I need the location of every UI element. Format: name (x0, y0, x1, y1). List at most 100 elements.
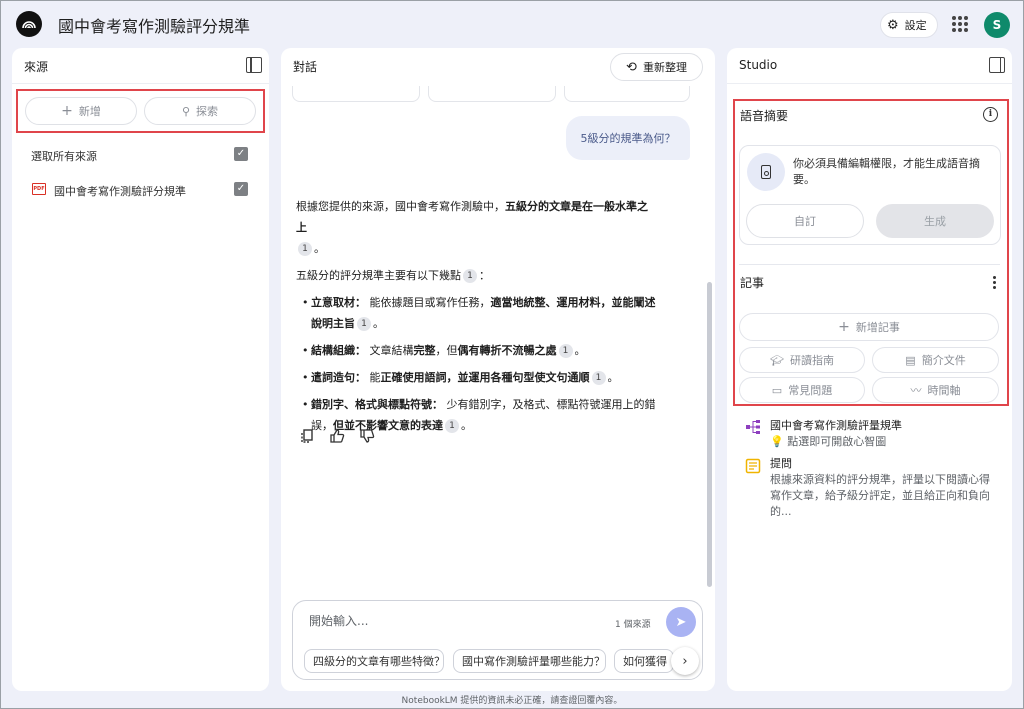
sources-panel: 來源 + 新增 ⚲ 探索 選取所有來源 ✓ PDF 國中會考寫作測驗評分規準 ✓ (12, 48, 269, 691)
list-intro-text: 五級分的評分規準主要有以下幾點 (296, 269, 461, 282)
apps-grid-icon[interactable] (952, 16, 968, 32)
suggestion-chip[interactable]: 如何獲得 (614, 649, 674, 673)
add-source-button[interactable]: + 新增 (25, 97, 137, 125)
settings-button[interactable]: ⚙ 設定 (880, 12, 938, 38)
timeline-button[interactable]: 〰 時間軸 (872, 377, 999, 403)
audio-overview-card: 你必須具備編輯權限，才能生成語音摘要。 自訂 生成 (739, 145, 1001, 245)
briefing-label: 簡介文件 (921, 354, 966, 367)
timeline-label: 時間軸 (927, 384, 961, 397)
copy-icon[interactable] (299, 428, 315, 444)
chat-panel: 對話 ⟲ 重新整理 5級分的規準為何？ 根據您提供的來源，國中會考寫作測驗中，五… (281, 48, 715, 691)
source-item-checkbox[interactable]: ✓ (234, 182, 248, 196)
sources-header: 來源 (12, 48, 269, 84)
explore-label: 探索 (196, 105, 219, 118)
send-icon: ➤ (675, 614, 687, 630)
citation-badge[interactable]: 1 (298, 242, 312, 256)
section-divider (739, 264, 1000, 265)
bullet-bold: 但並不影響文意的表達 (333, 419, 443, 432)
refresh-icon: ⟲ (626, 59, 637, 75)
bullet-item: 錯別字、格式與標點符號： 少有錯別字，及格式、標點符號運用上的錯誤，但並不影響文… (296, 394, 656, 436)
studio-title: Studio (739, 58, 778, 72)
bullet-bold: 完整 (413, 344, 436, 357)
bullet-text: 文章結構 (369, 344, 414, 357)
note-item[interactable]: 提問 根據來源資料的評分規準，評量以下閱讀心得寫作文章，給予級分評定，並且給正向… (745, 455, 1000, 518)
customize-button[interactable]: 自訂 (746, 204, 864, 238)
study-guide-label: 研讀指南 (789, 354, 834, 367)
briefing-doc-button[interactable]: ▤ 簡介文件 (872, 347, 999, 373)
audio-overview-title: 語音摘要 (740, 109, 789, 123)
chat-composer: 1 個來源 ➤ 四級分的文章有哪些特徵？ 國中寫作測驗評量哪些能力？ 如何獲得 … (292, 600, 703, 680)
add-source-label: 新增 (78, 105, 101, 118)
bullet-label: 結構組織： (311, 344, 366, 357)
suggestion-chip-partial[interactable] (564, 86, 690, 102)
select-all-checkbox[interactable]: ✓ (234, 147, 248, 161)
bullet-text: 能 (369, 371, 381, 384)
answer-intro: 根據您提供的來源，國中會考寫作測驗中，五級分的文章是在一般水準之上 1。 (296, 200, 648, 256)
collapse-panel-icon[interactable] (989, 57, 1005, 73)
suggestion-chip[interactable]: 國中寫作測驗評量哪些能力？ (453, 649, 606, 673)
chat-scrollbar[interactable] (707, 282, 712, 587)
plus-icon: + (61, 103, 73, 119)
mindmap-icon (746, 420, 760, 434)
answer-intro-text: 根據您提供的來源，國中會考寫作測驗中， (296, 200, 505, 213)
suggestion-chip-partial[interactable] (428, 86, 556, 102)
note-title: 國中會考寫作測驗評量規準 (770, 419, 902, 432)
faq-button[interactable]: ▭ 常見問題 (739, 377, 865, 403)
disclaimer-footer: NotebookLM 提供的資訊未必正確，請查證回覆內容。 (401, 696, 623, 706)
citation-badge[interactable]: 1 (463, 269, 477, 283)
notebooklm-logo-icon[interactable] (16, 11, 42, 37)
source-count: 1 個來源 (615, 620, 651, 630)
citation-badge[interactable]: 1 (357, 317, 371, 331)
studio-header: Studio (727, 48, 1012, 84)
citation-badge[interactable]: 1 (445, 419, 459, 433)
bullet-label: 錯別字、格式與標點符號： (311, 398, 443, 411)
chat-input[interactable] (309, 614, 609, 628)
document-icon: ▤ (905, 353, 916, 367)
suggestion-chip-partial[interactable] (292, 86, 420, 102)
chat-header: 對話 ⟲ 重新整理 (281, 48, 715, 84)
bullet-bold: 偶有轉折不流暢之處 (457, 344, 557, 357)
study-guide-button[interactable]: 🎓︎ 研讀指南 (739, 347, 865, 373)
chat-bubble-icon: ▭ (771, 383, 783, 397)
gear-icon: ⚙ (887, 17, 899, 33)
plus-icon: + (838, 319, 850, 335)
notebook-title[interactable]: 國中會考寫作測驗評分規準 (58, 13, 250, 37)
generate-button[interactable]: 生成 (876, 204, 994, 238)
source-item-name[interactable]: 國中會考寫作測驗評分規準 (54, 183, 186, 199)
studio-panel: Studio 語音摘要 i 你必須具備編輯權限，才能生成語音摘要。 自訂 生成 … (727, 48, 1012, 691)
citation-badge[interactable]: 1 (591, 371, 606, 385)
note-item[interactable]: 國中會考寫作測驗評量規準 💡 點選即可開啟心智圖 (745, 417, 1000, 451)
more-options-icon[interactable] (993, 276, 997, 291)
refresh-label: 重新整理 (642, 61, 687, 74)
answer-bullets: 立意取材： 能依據題目或寫作任務，適當地統整、運用材料，並能闡述說明主旨1。 結… (296, 292, 656, 436)
chevron-right-icon[interactable]: › (671, 647, 699, 675)
bullet-label: 遣詞造句： (311, 371, 366, 384)
suggestion-chip[interactable]: 四級分的文章有哪些特徵？ (304, 649, 444, 673)
bullet-label: 立意取材： (311, 296, 366, 309)
note-title: 提問 (770, 457, 792, 470)
timeline-icon: 〰 (910, 384, 922, 397)
avatar[interactable]: S (984, 12, 1010, 38)
bullet-text: ，但 (435, 344, 458, 357)
search-sparkle-icon: ⚲ (181, 104, 191, 118)
add-note-label: 新增記事 (855, 321, 900, 334)
citation-badge[interactable]: 1 (558, 344, 573, 358)
info-icon[interactable]: i (983, 107, 998, 122)
explore-sources-button[interactable]: ⚲ 探索 (144, 97, 256, 125)
thumbs-down-icon[interactable] (359, 428, 375, 444)
refresh-button[interactable]: ⟲ 重新整理 (610, 53, 703, 81)
thumbs-up-icon[interactable] (329, 428, 345, 444)
bullet-bold: 正確使用語詞，並運用各種句型使文句通順 (380, 371, 590, 384)
add-note-button[interactable]: + 新增記事 (739, 313, 999, 341)
bullet-text: 能依據題目或寫作任務， (369, 296, 491, 309)
assistant-answer: 根據您提供的來源，國中會考寫作測驗中，五級分的文章是在一般水準之上 1。 五級分… (296, 196, 656, 442)
notes-title: 記事 (740, 276, 765, 290)
speaker-icon (747, 153, 785, 191)
select-all-label: 選取所有來源 (31, 150, 97, 163)
sources-title: 來源 (24, 60, 49, 74)
faq-label: 常見問題 (788, 384, 833, 397)
bullet-item: 結構組織： 文章結構完整，但偶有轉折不流暢之處1。 (296, 340, 656, 361)
collapse-panel-icon[interactable] (246, 57, 262, 73)
bullet-item: 遣詞造句： 能正確使用語詞，並運用各種句型使文句通順1。 (296, 367, 656, 388)
send-button[interactable]: ➤ (666, 607, 696, 637)
